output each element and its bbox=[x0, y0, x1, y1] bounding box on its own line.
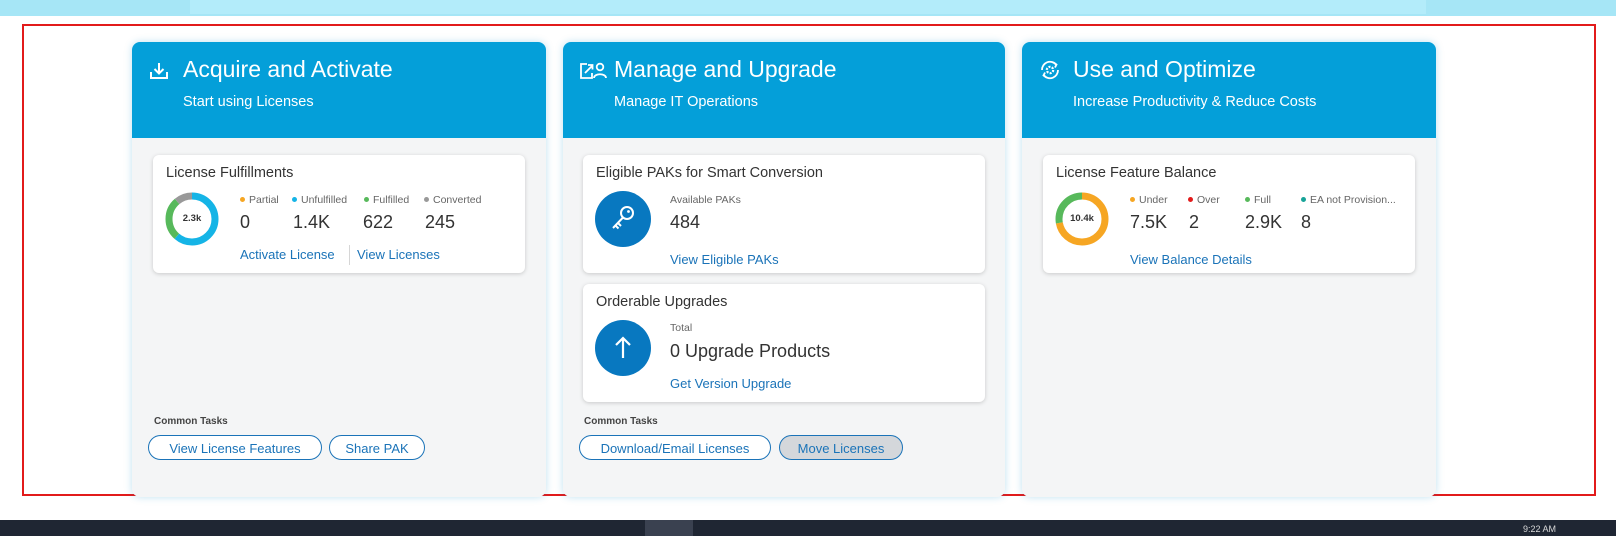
unfulfilled-dot-icon bbox=[292, 196, 297, 202]
link-separator bbox=[349, 245, 350, 265]
legend-label: Under bbox=[1139, 194, 1168, 206]
legend-under: Under bbox=[1130, 194, 1168, 206]
partial-value: 0 bbox=[240, 212, 251, 232]
common-tasks-label: Common Tasks bbox=[584, 416, 658, 427]
card-header: Manage and Upgrade Manage IT Operations bbox=[563, 42, 1005, 138]
gear-refresh-icon bbox=[1041, 60, 1059, 80]
view-balance-details-link[interactable]: View Balance Details bbox=[1130, 252, 1252, 267]
common-tasks-label: Common Tasks bbox=[154, 416, 228, 427]
taskbar-clock: 9:22 AM bbox=[1522, 524, 1556, 534]
top-banner-strip bbox=[0, 0, 1616, 16]
under-dot-icon bbox=[1130, 196, 1135, 202]
tile-title: License Fulfillments bbox=[166, 165, 294, 181]
donut-total-label: 10.4k bbox=[1070, 213, 1094, 224]
legend-label: Unfulfilled bbox=[301, 194, 348, 206]
legend-ea-not-provisioned: EA not Provision... bbox=[1301, 194, 1396, 206]
download-email-licenses-button[interactable]: Download/Email Licenses bbox=[579, 435, 771, 460]
acquire-activate-card: Acquire and Activate Start using License… bbox=[132, 42, 546, 497]
get-version-upgrade-link[interactable]: Get Version Upgrade bbox=[670, 376, 791, 391]
card-header: Acquire and Activate Start using License… bbox=[132, 42, 546, 138]
use-optimize-card: Use and Optimize Increase Productivity &… bbox=[1022, 42, 1436, 497]
fulfilled-value: 622 bbox=[363, 212, 394, 232]
view-license-features-button[interactable]: View License Features bbox=[148, 435, 322, 460]
available-paks-label: Available PAKs bbox=[670, 194, 741, 206]
orderable-upgrades-tile: Orderable Upgrades Total 0 Upgrade Produ… bbox=[583, 284, 985, 402]
tile-title: Orderable Upgrades bbox=[596, 294, 728, 310]
legend-label: Partial bbox=[249, 194, 279, 206]
over-dot-icon bbox=[1188, 196, 1193, 202]
legend-label: EA not Provision... bbox=[1310, 194, 1396, 206]
full-dot-icon bbox=[1245, 196, 1250, 202]
arrow-up-icon bbox=[615, 336, 631, 358]
partial-dot-icon bbox=[240, 196, 245, 202]
view-licenses-link[interactable]: View Licenses bbox=[357, 247, 440, 262]
over-value: 2 bbox=[1189, 212, 1200, 232]
legend-converted: Converted bbox=[424, 194, 481, 206]
card-subtitle: Start using Licenses bbox=[183, 94, 314, 110]
under-value: 7.5K bbox=[1130, 212, 1168, 232]
os-taskbar: 9:22 AM bbox=[0, 520, 1616, 536]
key-icon-circle bbox=[595, 191, 651, 247]
manage-upgrade-card: Manage and Upgrade Manage IT Operations … bbox=[563, 42, 1005, 497]
download-tray-icon bbox=[150, 63, 168, 79]
activate-license-link[interactable]: Activate License bbox=[240, 247, 335, 262]
card-title: Acquire and Activate bbox=[183, 56, 393, 82]
legend-full: Full bbox=[1245, 194, 1271, 206]
legend-fulfilled: Fulfilled bbox=[364, 194, 409, 206]
top-banner-inner bbox=[190, 0, 1426, 14]
arrow-up-icon-circle bbox=[595, 320, 651, 376]
share-person-icon bbox=[580, 62, 607, 79]
converted-value: 245 bbox=[425, 212, 456, 232]
legend-label: Full bbox=[1254, 194, 1271, 206]
ea-value: 8 bbox=[1301, 212, 1312, 232]
card-header: Use and Optimize Increase Productivity &… bbox=[1022, 42, 1436, 138]
fulfilled-dot-icon bbox=[364, 196, 369, 202]
taskbar-item[interactable] bbox=[645, 520, 693, 536]
legend-label: Converted bbox=[433, 194, 482, 206]
license-feature-balance-tile: License Feature Balance 10.4k Under Over… bbox=[1043, 155, 1415, 273]
legend-over: Over bbox=[1188, 194, 1220, 206]
tile-title: Eligible PAKs for Smart Conversion bbox=[596, 165, 823, 181]
donut-total-label: 2.3k bbox=[182, 213, 202, 224]
converted-dot-icon bbox=[424, 196, 429, 202]
share-pak-button[interactable]: Share PAK bbox=[329, 435, 425, 460]
card-subtitle: Manage IT Operations bbox=[614, 94, 759, 110]
ea-dot-icon bbox=[1301, 196, 1306, 202]
full-value: 2.9K bbox=[1245, 212, 1283, 232]
legend-label: Fulfilled bbox=[373, 194, 410, 206]
tile-title: License Feature Balance bbox=[1056, 165, 1217, 181]
legend-label: Over bbox=[1197, 194, 1220, 206]
license-fulfillments-tile: License Fulfillments 2.3k Partial Unfulf… bbox=[153, 155, 525, 273]
card-title: Use and Optimize bbox=[1073, 56, 1256, 82]
card-title: Manage and Upgrade bbox=[614, 56, 837, 82]
move-licenses-button[interactable]: Move Licenses bbox=[779, 435, 903, 460]
upgrade-products-value: 0 Upgrade Products bbox=[670, 341, 831, 361]
view-eligible-paks-link[interactable]: View Eligible PAKs bbox=[670, 252, 779, 267]
eligible-paks-tile: Eligible PAKs for Smart Conversion Avail… bbox=[583, 155, 985, 273]
key-icon bbox=[612, 206, 634, 230]
legend-partial: Partial bbox=[240, 194, 279, 206]
total-label: Total bbox=[670, 322, 693, 334]
unfulfilled-value: 1.4K bbox=[293, 212, 331, 232]
available-paks-value: 484 bbox=[670, 212, 701, 232]
legend-unfulfilled: Unfulfilled bbox=[292, 194, 347, 206]
card-subtitle: Increase Productivity & Reduce Costs bbox=[1073, 94, 1317, 110]
